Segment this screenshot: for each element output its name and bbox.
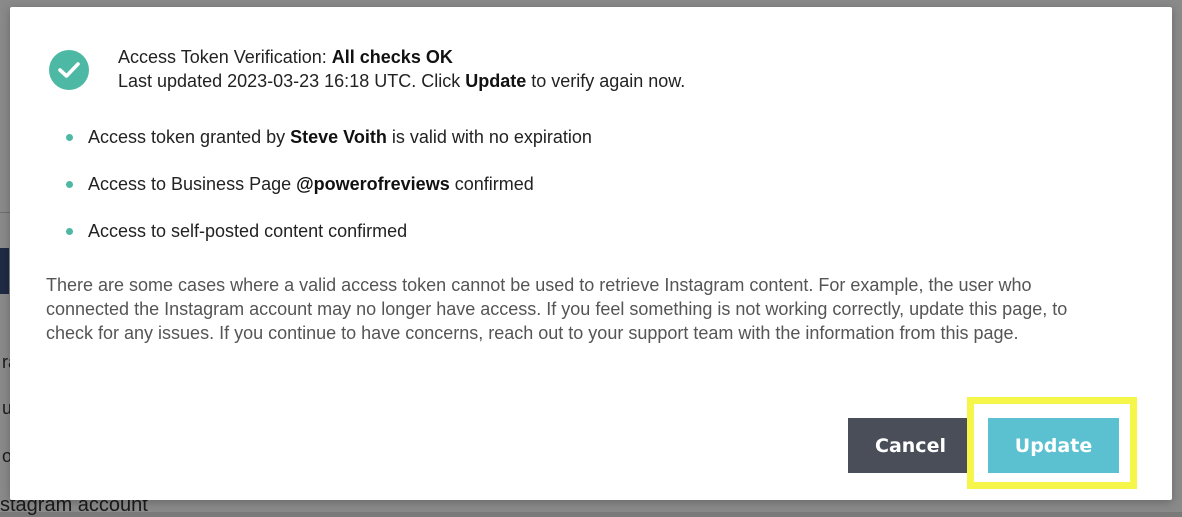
help-text: There are some cases where a valid acces… <box>46 275 1068 343</box>
background-tab <box>0 248 9 294</box>
bullet-icon <box>66 134 73 141</box>
check-text: Access to Business Page <box>88 174 297 194</box>
token-verification-dialog: Access Token Verification: All checks OK… <box>10 7 1172 500</box>
bullet-icon <box>66 181 73 188</box>
check-text-bold: Steve Voith <box>290 127 387 147</box>
verification-status: Access Token Verification: All checks OK… <box>118 45 685 93</box>
checkmark-icon <box>58 62 80 78</box>
status-title-prefix: Access Token Verification: <box>118 47 332 67</box>
bullet-icon <box>66 228 73 235</box>
check-text: Access to self-posted content confirmed <box>88 221 408 241</box>
check-list: Access token granted by Steve Voith is v… <box>66 125 592 266</box>
check-item-business-page: Access to Business Page @powerofreviews … <box>66 172 592 196</box>
cancel-button[interactable]: Cancel <box>848 418 973 473</box>
status-updated-line: Last updated 2023-03-23 16:18 UTC. Click… <box>118 69 685 93</box>
check-text: Access token granted by <box>88 127 291 147</box>
status-title: Access Token Verification: All checks OK <box>118 45 685 69</box>
updated-suffix: to verify again now. <box>526 71 686 91</box>
check-item-token: Access token granted by Steve Voith is v… <box>66 125 592 149</box>
check-circle-icon <box>49 50 89 90</box>
status-result: All checks OK <box>331 47 453 67</box>
check-text: confirmed <box>449 174 534 194</box>
check-text-bold: @powerofreviews <box>296 174 450 194</box>
update-button[interactable]: Update <box>988 418 1119 473</box>
check-text: is valid with no expiration <box>386 127 592 147</box>
check-item-self-posted: Access to self-posted content confirmed <box>66 219 592 243</box>
updated-prefix: Last updated 2023-03-23 16:18 UTC. Click <box>118 71 466 91</box>
updated-action: Update <box>465 71 527 91</box>
